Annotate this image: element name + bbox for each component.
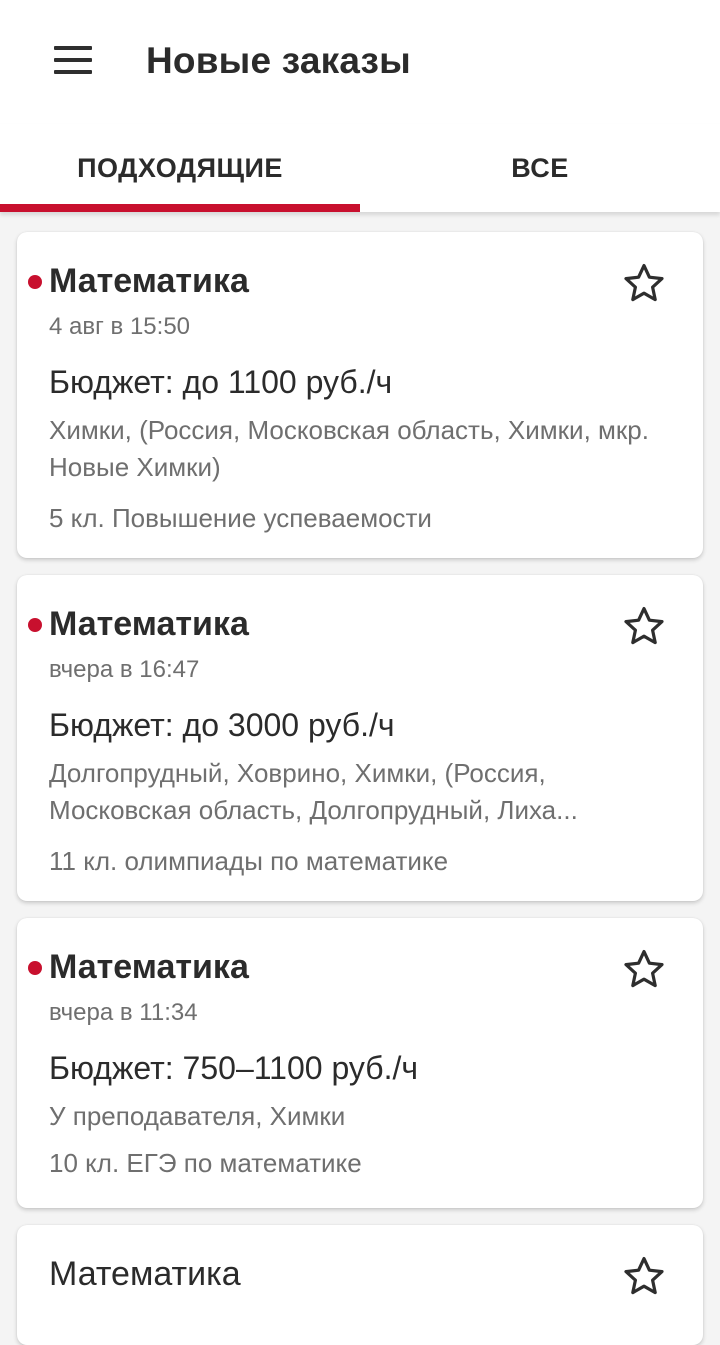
- tab-all[interactable]: ВСЕ: [360, 124, 720, 212]
- active-tab-indicator: [0, 204, 360, 212]
- star-outline-icon[interactable]: [620, 603, 668, 651]
- order-card[interactable]: Математика 4 авг в 15:50 Бюджет: до 1100…: [17, 232, 703, 558]
- order-card[interactable]: Математика вчера в 11:34 Бюджет: 750–110…: [17, 918, 703, 1208]
- order-subject: Математика: [49, 948, 249, 986]
- star-outline-icon[interactable]: [620, 946, 668, 994]
- order-grade: 11 кл. олимпиады по математике: [49, 846, 449, 876]
- order-grade: 5 кл. Повышение успеваемости: [49, 503, 432, 533]
- order-budget: Бюджет: до 3000 руб./ч: [49, 707, 395, 743]
- order-budget: Бюджет: 750–1100 руб./ч: [49, 1050, 419, 1086]
- order-location: У преподавателя, Химки: [49, 1101, 346, 1131]
- order-date: вчера в 11:34: [49, 999, 198, 1026]
- page-title: Новые заказы: [146, 40, 411, 81]
- order-location: Химки, (Россия, Московская область, Химк…: [49, 415, 649, 482]
- order-date: 4 авг в 15:50: [49, 313, 191, 340]
- order-date: вчера в 16:47: [49, 656, 200, 683]
- app-bar: Новые заказы: [0, 0, 720, 124]
- tab-suitable[interactable]: ПОДХОДЯЩИЕ: [0, 124, 360, 212]
- order-subject: Математика: [49, 262, 249, 300]
- order-location: Долгопрудный, Ховрино, Химки, (Россия, М…: [49, 758, 578, 825]
- star-outline-icon[interactable]: [620, 1253, 668, 1301]
- new-order-dot: [28, 618, 42, 632]
- order-budget: Бюджет: до 1100 руб./ч: [49, 364, 393, 400]
- hamburger-menu-icon[interactable]: [54, 46, 92, 74]
- order-subject: Математика: [49, 605, 249, 643]
- order-grade: 10 кл. ЕГЭ по математике: [49, 1148, 362, 1178]
- star-outline-icon[interactable]: [620, 260, 668, 308]
- order-card[interactable]: Математика вчера в 16:47 Бюджет: до 3000…: [17, 575, 703, 901]
- order-card[interactable]: Математика: [17, 1225, 703, 1345]
- new-order-dot: [28, 275, 42, 289]
- order-subject: Математика: [49, 1255, 241, 1293]
- tab-bar: ПОДХОДЯЩИЕ ВСЕ: [0, 124, 720, 212]
- new-order-dot: [28, 961, 42, 975]
